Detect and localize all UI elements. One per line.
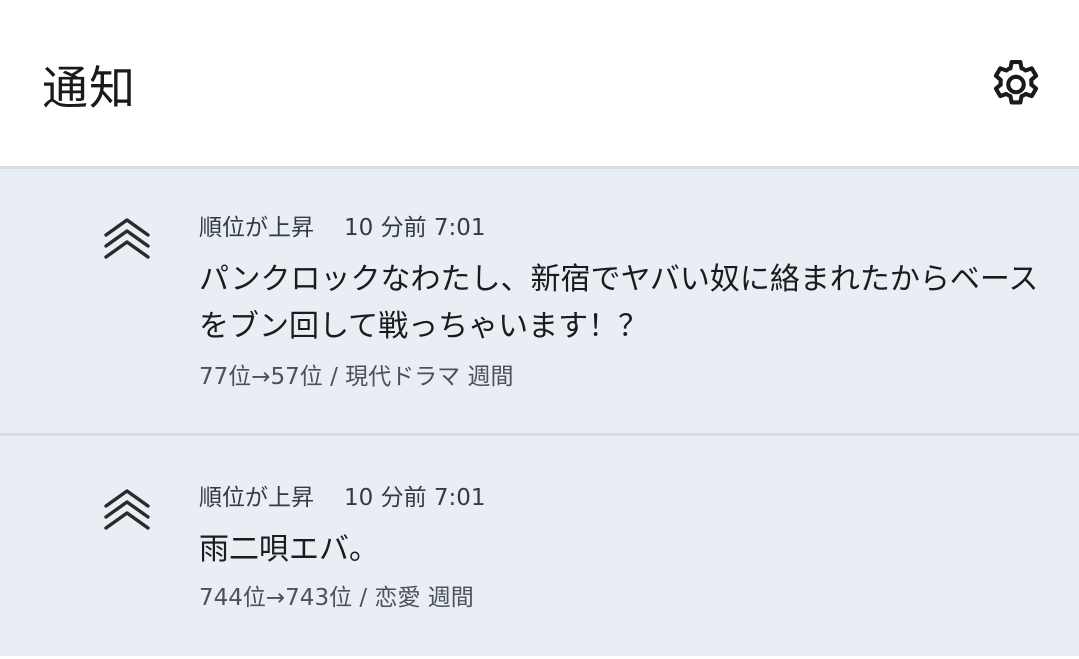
notification-time: 10 分前 7:01 [344,485,486,511]
notification-meta: 順位が上昇 10 分前 7:01 [199,213,486,243]
notification-time: 10 分前 7:01 [344,215,486,241]
settings-button[interactable] [987,56,1045,114]
notification-headline[interactable]: 雨二唄エバ。 [199,526,1049,573]
page-title: 通知 [42,61,136,115]
notification-type: 順位が上昇 [199,485,314,511]
notification-item[interactable]: 順位が上昇 10 分前 7:01 パンクロックなわたし、新宿でヤバい奴に絡まれたか… [0,169,1079,436]
notification-detail: 744位→743位 / 恋愛 週間 [199,585,474,611]
notification-detail: 77位→57位 / 現代ドラマ 週間 [199,364,514,390]
app-header: 通知 [0,0,1079,169]
notification-item[interactable]: 順位が上昇 10 分前 7:01 雨二唄エバ。 744位→743位 / 恋愛 週間 [0,436,1079,656]
notification-meta: 順位が上昇 10 分前 7:01 [199,483,486,513]
gear-icon [987,56,1045,114]
double-chevron-up-icon [100,486,154,536]
notification-headline[interactable]: パンクロックなわたし、新宿でヤバい奴に絡まれたからベースをブン回して戦っちゃいま… [199,256,1049,350]
double-chevron-up-icon [100,215,154,265]
notification-list: 順位が上昇 10 分前 7:01 パンクロックなわたし、新宿でヤバい奴に絡まれたか… [0,169,1079,656]
notification-type: 順位が上昇 [199,215,314,241]
